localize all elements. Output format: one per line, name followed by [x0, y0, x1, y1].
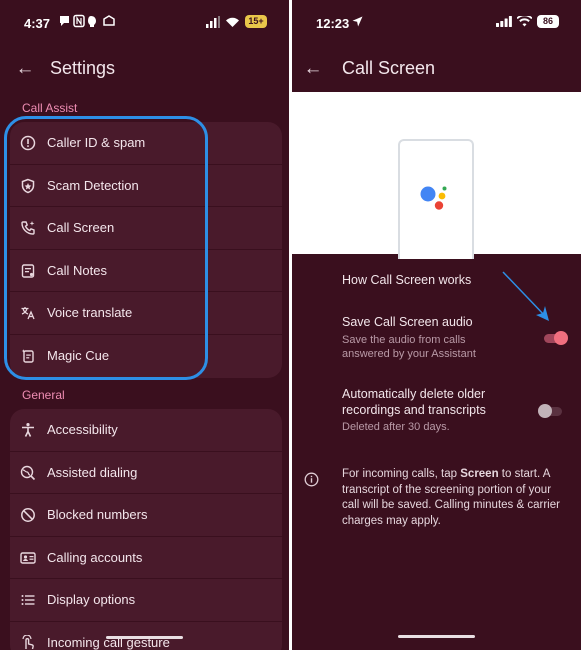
- settings-item-calling-accounts[interactable]: Calling accounts: [10, 537, 282, 580]
- settings-item-label: Blocked numbers: [47, 507, 148, 523]
- auto-delete-toggle[interactable]: [538, 404, 562, 418]
- info-icon: [304, 472, 319, 487]
- phone-illustration: [398, 139, 474, 259]
- settings-item-caller-id[interactable]: Caller ID & spam: [10, 122, 282, 165]
- google-assistant-icon: [420, 169, 474, 210]
- auto-delete-subtitle: Deleted after 30 days.: [342, 421, 450, 433]
- call-assist-group: Caller ID & spam Scam Detection Call Scr…: [10, 122, 282, 378]
- how-call-screen-works-link[interactable]: How Call Screen works: [342, 273, 471, 287]
- notification-icons-set: [60, 14, 115, 28]
- battery-badge: 86: [537, 15, 559, 28]
- settings-item-label: Magic Cue: [47, 347, 110, 363]
- notes-icon: [21, 264, 35, 278]
- notification-icons: [58, 14, 122, 28]
- signal-icon: [496, 16, 512, 27]
- pointer-arrow-annotation: [502, 271, 549, 321]
- settings-item-label: Voice translate: [47, 305, 133, 321]
- wifi-icon: [226, 17, 239, 27]
- settings-item-display-options[interactable]: Display options: [10, 579, 282, 622]
- info-text-post: to start. A: [498, 468, 551, 480]
- settings-item-label: Caller ID & spam: [47, 135, 146, 150]
- settings-item-label: Assisted dialing: [47, 464, 138, 480]
- call-screen-illustration: [292, 92, 581, 259]
- page-title: Call Screen: [342, 58, 436, 78]
- section-label-call-assist: Call Assist: [22, 101, 78, 115]
- save-audio-subtitle-line1: Save the audio from calls: [342, 334, 466, 346]
- settings-item-label: Display options: [47, 592, 136, 608]
- back-arrow-icon[interactable]: ←: [12, 56, 38, 82]
- auto-delete-title-line1: Automatically delete older: [342, 387, 486, 401]
- top-app-bar: ← Settings: [0, 52, 289, 86]
- info-text-pre: For incoming calls, tap: [342, 468, 461, 480]
- general-group: Accessibility Assisted dialing Blocked n…: [10, 409, 282, 650]
- save-audio-subtitle-line2: answered by your Assistant: [342, 348, 476, 360]
- block-icon: [21, 508, 35, 523]
- settings-item-assisted-dialing[interactable]: Assisted dialing: [10, 452, 282, 495]
- info-text-bold: Screen: [460, 468, 499, 480]
- info-circle-icon: [20, 135, 36, 151]
- home-indicator[interactable]: [106, 636, 183, 639]
- settings-item-voice-translate[interactable]: Voice translate: [10, 292, 282, 335]
- status-bar: 4:37 15+: [0, 0, 289, 46]
- call-screen-screen: 12:23 86 ← Call Screen How Call Screen w…: [292, 0, 581, 650]
- toggle-knob: [538, 404, 552, 418]
- globe-icon: [20, 465, 36, 480]
- list-icon: [21, 595, 35, 606]
- auto-delete-title-line2: recordings and transcripts: [342, 403, 486, 417]
- save-audio-title: Save Call Screen audio: [342, 315, 473, 329]
- shield-icon: [21, 178, 35, 193]
- settings-item-label: Calling accounts: [47, 549, 143, 565]
- location-icon: [352, 16, 363, 27]
- settings-item-scam-detection[interactable]: Scam Detection: [10, 165, 282, 208]
- settings-item-call-screen[interactable]: Call Screen: [10, 207, 282, 250]
- home-indicator[interactable]: [398, 635, 475, 638]
- info-text: For incoming calls, tap Screen to start.…: [342, 467, 574, 529]
- account-card-icon: [20, 552, 36, 564]
- save-audio-toggle[interactable]: [544, 331, 568, 345]
- settings-item-label: Accessibility: [47, 422, 118, 437]
- settings-item-label: Call Notes: [47, 262, 107, 278]
- phone-sparkle-icon: [21, 221, 35, 235]
- page-title: Settings: [50, 58, 116, 78]
- magic-cue-icon: [21, 349, 34, 363]
- settings-screen: 4:37 15+ ← Settings Call Assist Caller I…: [0, 0, 289, 650]
- battery-badge: 15+: [245, 15, 267, 28]
- settings-item-label: Scam Detection: [47, 177, 139, 193]
- back-arrow-icon[interactable]: ←: [300, 56, 326, 82]
- location-arrow-icon: [352, 16, 363, 27]
- info-text-line2: transcript of the screening portion of y…: [342, 483, 552, 496]
- status-bar: 12:23 86: [292, 0, 581, 46]
- settings-item-magic-cue[interactable]: Magic Cue: [10, 335, 282, 378]
- signal-icon: [206, 15, 220, 28]
- status-time: 4:37: [24, 16, 51, 31]
- status-right: 86: [496, 15, 559, 28]
- status-time: 12:23: [316, 16, 350, 31]
- settings-item-call-notes[interactable]: Call Notes: [10, 250, 282, 293]
- accessibility-icon: [22, 423, 34, 437]
- section-label-general: General: [22, 388, 65, 402]
- settings-item-label: Call Screen: [47, 220, 115, 236]
- toggle-knob: [554, 331, 568, 345]
- translate-icon: [21, 307, 35, 320]
- info-text-line4: charges may apply.: [342, 514, 441, 527]
- gesture-icon: [22, 634, 34, 650]
- top-app-bar: ← Call Screen: [292, 52, 581, 86]
- settings-item-accessibility[interactable]: Accessibility: [10, 409, 282, 452]
- info-text-line3: call will be saved. Calling minutes & ca…: [342, 499, 560, 511]
- settings-item-blocked-numbers[interactable]: Blocked numbers: [10, 494, 282, 537]
- wifi-icon: [517, 16, 532, 27]
- status-right: 15+: [206, 15, 267, 28]
